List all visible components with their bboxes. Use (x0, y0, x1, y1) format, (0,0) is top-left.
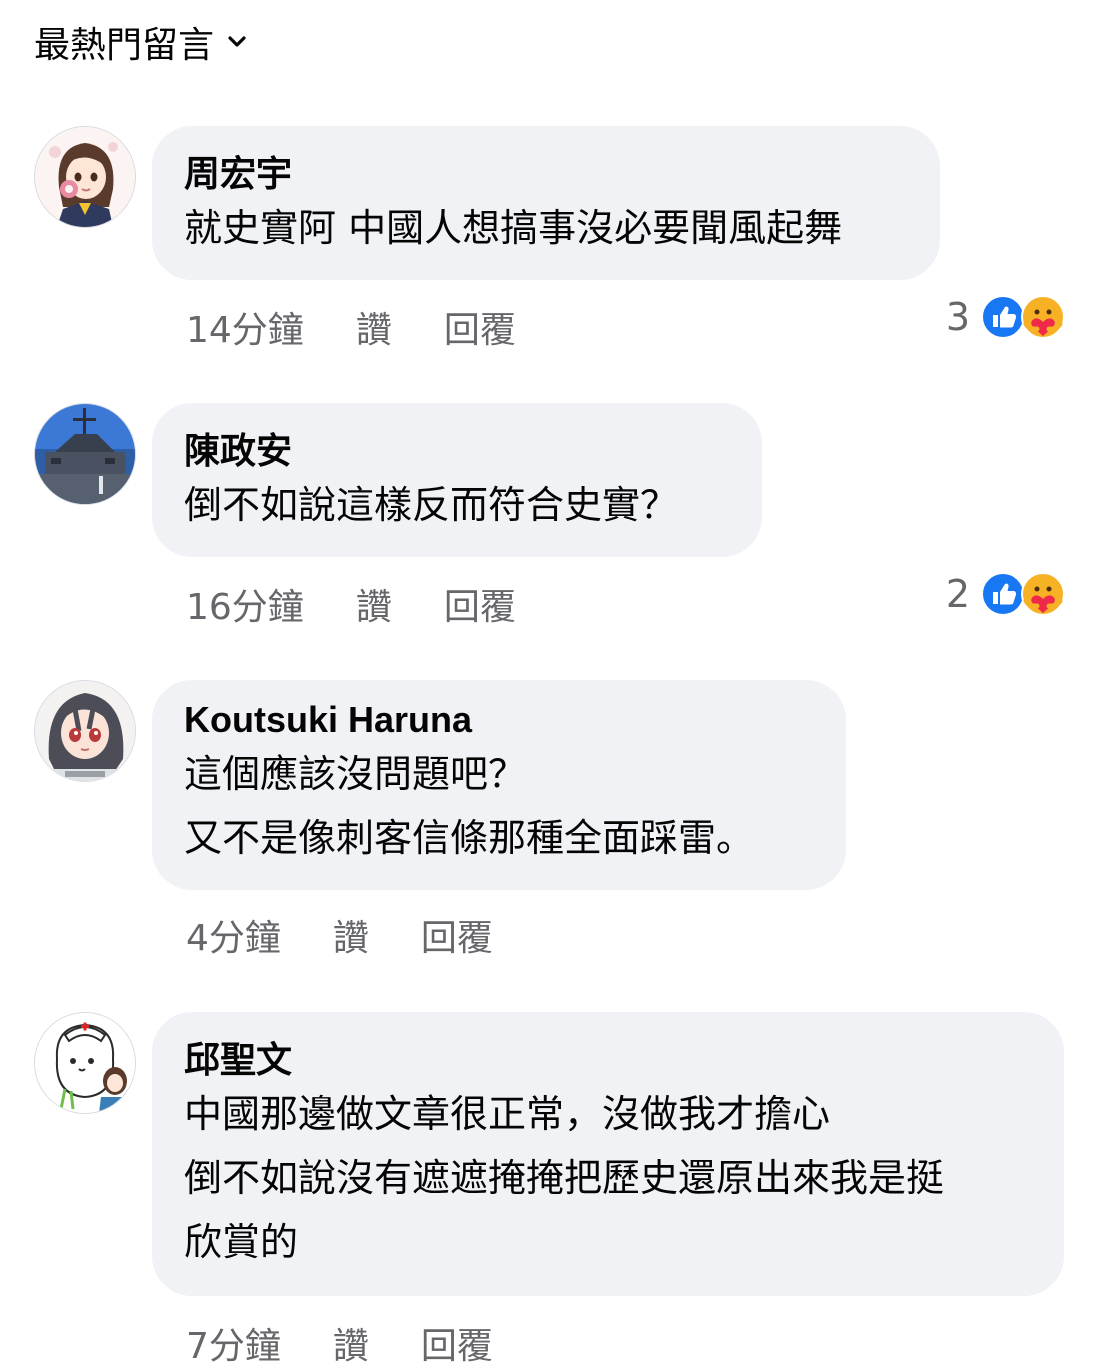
comment-author[interactable]: 周宏宇 (184, 152, 908, 196)
avatar[interactable] (34, 403, 136, 505)
comment-sort-dropdown[interactable]: 最熱門留言 (34, 18, 248, 66)
comment-text: 中國那邊做文章很正常，沒做我才擔心 倒不如說沒有遮遮掩掩把歷史還原出來我是挺 欣… (184, 1092, 945, 1264)
reaction-summary[interactable]: 2 (946, 569, 1066, 619)
reaction-summary[interactable]: 3 (946, 292, 1066, 342)
care-reaction-icon (1021, 572, 1065, 616)
comment-bubble: Koutsuki Haruna 這個應該沒問題吧？ 又不是像刺客信條那種全面踩雷… (152, 680, 846, 890)
comment-time[interactable]: 7分鐘 (186, 1317, 281, 1369)
comment-actions: 14分鐘 讚 回覆 (186, 302, 516, 352)
reaction-count: 3 (945, 295, 970, 339)
comment-bubble: 周宏宇 就史實阿 中國人想搞事沒必要聞風起舞 (152, 126, 940, 280)
sort-label: 最熱門留言 (34, 25, 215, 66)
reply-button[interactable]: 回覆 (421, 909, 493, 961)
avatar[interactable] (34, 680, 136, 782)
comment-bubble: 陳政安 倒不如說這樣反而符合史實？ (152, 403, 762, 557)
care-reaction-icon (1021, 295, 1065, 339)
comment-actions: 7分鐘 讚 回覆 (186, 1318, 493, 1368)
like-button[interactable]: 讚 (356, 578, 392, 630)
comment-actions: 4分鐘 讚 回覆 (186, 910, 493, 960)
comment-time[interactable]: 16分鐘 (186, 578, 304, 630)
comment-author[interactable]: Koutsuki Haruna (184, 698, 814, 742)
like-button[interactable]: 讚 (333, 909, 369, 961)
reply-button[interactable]: 回覆 (444, 301, 516, 353)
comment-time[interactable]: 14分鐘 (186, 301, 304, 353)
chevron-down-icon (226, 31, 248, 53)
like-button[interactable]: 讚 (356, 301, 392, 353)
comment-author[interactable]: 陳政安 (184, 429, 730, 473)
reply-button[interactable]: 回覆 (444, 578, 516, 630)
comment-text: 倒不如說這樣反而符合史實？ (184, 483, 679, 527)
comment-actions: 16分鐘 讚 回覆 (186, 579, 516, 629)
avatar[interactable] (34, 1012, 136, 1114)
like-button[interactable]: 讚 (333, 1317, 369, 1369)
comment-text: 這個應該沒問題吧？ 又不是像刺客信條那種全面踩雷。 (184, 752, 755, 860)
comment-time[interactable]: 4分鐘 (186, 909, 281, 961)
reply-button[interactable]: 回覆 (421, 1317, 493, 1369)
avatar[interactable] (34, 126, 136, 228)
comment-bubble: 邱聖文 中國那邊做文章很正常，沒做我才擔心 倒不如說沒有遮遮掩掩把歷史還原出來我… (152, 1012, 1064, 1296)
comment-author[interactable]: 邱聖文 (184, 1038, 1032, 1082)
reaction-count: 2 (945, 572, 970, 616)
comment-text: 就史實阿 中國人想搞事沒必要聞風起舞 (184, 206, 843, 250)
